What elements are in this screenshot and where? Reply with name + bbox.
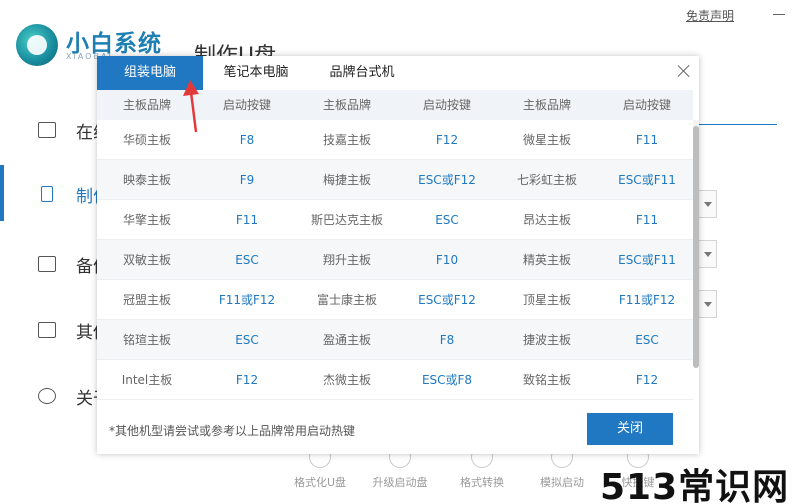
table-row: Intel主板 F12 杰微主板 ESC或F8 致铭主板 F12 — [97, 360, 693, 400]
watermark: 513常识网 — [600, 467, 790, 504]
chevron-down-icon[interactable] — [697, 190, 717, 218]
hotkey-cell: F12 — [235, 373, 259, 387]
tab-laptop[interactable]: 笔记本电脑 — [203, 56, 309, 90]
column-header: 主板品牌 — [322, 98, 371, 112]
hotkey-cell: F11 — [635, 133, 659, 147]
table-row: 华擎主板 F11 斯巴达克主板 ESC 昂达主板 F11 — [97, 200, 693, 240]
brand-cell: 富士康主板 — [316, 293, 377, 307]
chevron-down-icon[interactable] — [697, 290, 717, 318]
monitor-icon — [38, 122, 56, 138]
footer-note: *其他机型请尝试或参考以上品牌常用启动热键 — [109, 424, 356, 438]
hotkey-cell: F11或F12 — [618, 293, 676, 307]
sidebar-item-online[interactable]: 在线 — [0, 110, 110, 150]
sidebar-item-other[interactable]: 其他 — [0, 310, 110, 350]
brand-cell: 斯巴达克主板 — [310, 213, 383, 227]
brand-cell: 昂达主板 — [522, 213, 571, 227]
hotkey-cell: ESC或F8 — [421, 373, 473, 387]
table-row: 映泰主板 F9 梅捷主板 ESC或F12 七彩虹主板 ESC或F11 — [97, 160, 693, 200]
toolbox-icon — [38, 322, 56, 338]
brand-cell: 映泰主板 — [122, 173, 171, 187]
brand-cell: 顶星主板 — [522, 293, 571, 307]
hotkey-cell: F8 — [439, 333, 455, 347]
hotkey-cell: F11或F12 — [218, 293, 276, 307]
tab-brand-desktop[interactable]: 品牌台式机 — [309, 56, 415, 90]
logo-icon — [16, 24, 58, 66]
hotkey-cell: F11 — [635, 213, 659, 227]
hotkey-cell: F8 — [239, 133, 255, 147]
chevron-down-icon[interactable] — [697, 240, 717, 268]
info-icon — [38, 388, 56, 404]
brand-cell: 梅捷主板 — [322, 173, 371, 187]
column-header: 启动按键 — [222, 98, 271, 112]
brand-cell: 盈通主板 — [322, 333, 371, 347]
hotkey-cell: ESC — [635, 333, 659, 347]
brand-cell: 微星主板 — [522, 133, 571, 147]
column-header: 主板品牌 — [522, 98, 571, 112]
table-row: 冠盟主板 F11或F12 富士康主板 ESC或F12 顶星主板 F11或F12 — [97, 280, 693, 320]
tool-label: 格式化U盘 — [293, 476, 347, 489]
hotkey-cell: F12 — [635, 373, 659, 387]
column-header: 启动按键 — [622, 98, 671, 112]
usb-icon — [41, 186, 53, 202]
sidebar-item-make[interactable]: 制作 — [0, 174, 110, 214]
brand-cell: 技嘉主板 — [322, 133, 371, 147]
tool-label: 升级启动盘 — [372, 476, 428, 489]
brand-cell: 杰微主板 — [322, 373, 371, 387]
brand-cell: 冠盟主板 — [122, 293, 171, 307]
hotkey-cell: ESC或F12 — [418, 293, 476, 307]
sidebar-item-about[interactable]: 关于 — [0, 376, 110, 416]
brand-cell: 致铭主板 — [522, 373, 571, 387]
hotkey-cell: ESC或F11 — [618, 253, 676, 267]
brand-cell: 翔升主板 — [322, 253, 371, 267]
hotkey-cell: ESC — [235, 333, 259, 347]
hotkey-table: 主板品牌 启动按键 主板品牌 启动按键 主板品牌 启动按键 华硕主板 F8 技嘉主板… — [97, 90, 699, 400]
sidebar-item-backup[interactable]: 备份 — [0, 244, 110, 284]
hotkey-cell: F9 — [239, 173, 255, 187]
tool-label: 格式转换 — [460, 476, 504, 489]
hotkey-cell: F11 — [235, 213, 259, 227]
scrollbar-thumb[interactable] — [693, 126, 699, 368]
brand-cell: Intel主板 — [121, 373, 173, 387]
tool-label: 模拟启动 — [540, 476, 584, 489]
minimize-icon[interactable] — [773, 14, 785, 15]
brand-cell: 铭瑄主板 — [122, 333, 171, 347]
brand-cell: 捷波主板 — [522, 333, 571, 347]
close-button[interactable]: 关闭 — [587, 413, 673, 445]
brand-cell: 华擎主板 — [122, 213, 171, 227]
annotation-arrow-icon — [183, 80, 199, 133]
brand-cell: 七彩虹主板 — [516, 173, 577, 187]
brand-cell: 双敏主板 — [122, 253, 171, 267]
table-row: 铭瑄主板 ESC 盈通主板 F8 捷波主板 ESC — [97, 320, 693, 360]
hotkey-cell: ESC — [435, 213, 459, 227]
brand-cell: 精英主板 — [522, 253, 571, 267]
hotkey-cell: F10 — [435, 253, 459, 267]
grid-icon — [38, 256, 56, 272]
content-divider — [697, 124, 777, 125]
table-row: 双敏主板 ESC 翔升主板 F10 精英主板 ESC或F11 — [97, 240, 693, 280]
hotkey-cell: ESC或F11 — [618, 173, 676, 187]
column-header: 启动按键 — [422, 98, 471, 112]
hotkey-cell: F12 — [435, 133, 459, 147]
close-icon[interactable] — [677, 64, 691, 78]
disclaimer-link[interactable]: 免责声明 — [686, 7, 734, 24]
hotkey-cell: ESC — [235, 253, 259, 267]
hotkey-cell: ESC或F12 — [418, 173, 476, 187]
